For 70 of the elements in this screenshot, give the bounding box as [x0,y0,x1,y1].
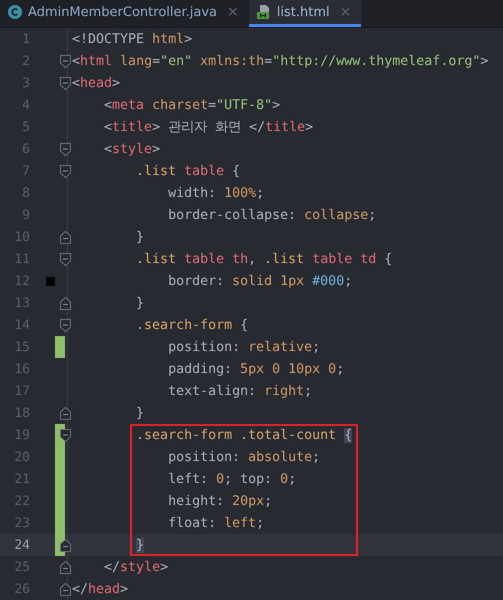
line-number: 7 [21,164,30,178]
code-line: } [135,230,144,244]
code-line: padding: 5px 0 10px 0; [167,362,344,376]
line-number: 21 [13,472,30,486]
line-number: 1 [21,32,30,46]
line-number: 4 [21,98,30,112]
line-number: 25 [13,560,30,574]
fold-icon[interactable] [60,319,71,332]
code-line: border-collapse: collapse; [167,208,376,222]
code-line: .search-form .total-count { [135,428,352,442]
line-number: 17 [13,384,30,398]
line-number: 9 [21,208,30,222]
line-number: 19 [13,428,30,442]
line-number: 10 [13,230,30,244]
class-icon [8,5,22,19]
line-number: 24 [13,538,30,552]
line-number: 15 [13,340,30,354]
code-line: height: 20px; [167,494,272,508]
code-line: <html lang="en" xmlns:th="http://www.thymeleaf.org"> [72,54,488,68]
tab-label: AdminMemberController.java [28,4,218,20]
code-line: float: left; [167,516,264,530]
tab-label: list.html [276,4,330,20]
line-number: 22 [13,494,30,508]
fold-end-icon[interactable] [60,539,71,552]
fold-end-icon[interactable] [60,561,71,574]
code-line: </style> [103,560,168,574]
fold-end-icon[interactable] [60,407,71,420]
code-line: </head> [72,582,128,596]
fold-end-icon[interactable] [60,583,71,596]
code-line: position: relative; [167,340,320,354]
code-line: <!DOCTYPE html> [72,32,192,46]
line-number: 5 [21,120,30,134]
line-number: 18 [13,406,30,420]
fold-icon[interactable] [60,253,71,266]
line-number: 14 [13,318,30,332]
line-number: 12 [13,274,30,288]
code-line: width: 100%; [167,186,264,200]
html-file-icon [256,5,271,19]
line-number: 26 [13,582,30,596]
line-number: 11 [13,252,30,266]
code-line: left: 0; top: 0; [167,472,296,486]
code-line: <head> [72,76,120,90]
fold-icon[interactable] [60,165,71,178]
fold-icon[interactable] [60,55,71,68]
fold-icon[interactable] [60,429,71,442]
code-line: .list table th, .list table td { [135,252,392,266]
fold-end-icon[interactable] [60,231,71,244]
code-line: border: solid 1px #000; [167,274,352,288]
code-line: } [135,406,144,420]
code-line: <title> 관리자 화면 </title> [103,119,314,136]
line-number: 13 [13,296,30,310]
line-number: 8 [21,186,30,200]
line-number: 6 [21,142,30,156]
code-line: .list table { [135,164,240,178]
code-line: .search-form { [135,318,248,332]
fold-end-icon[interactable] [60,297,71,310]
fold-icon[interactable] [60,77,71,90]
code-line: } [135,296,144,310]
line-number: 20 [13,450,30,464]
line-number: 23 [13,516,30,530]
editor-tab[interactable]: AdminMemberController.java × [0,0,249,27]
line-number: 3 [21,76,30,90]
code-line: position: absolute; [167,450,320,464]
line-number: 2 [21,54,30,68]
fold-icon[interactable] [60,143,71,156]
line-number: 16 [13,362,30,376]
code-line: text-align: right; [167,384,312,398]
code-line: <style> [103,142,160,156]
editor-tab[interactable]: list.html × [248,0,362,27]
code-line: <meta charset="UTF-8"> [103,98,280,112]
